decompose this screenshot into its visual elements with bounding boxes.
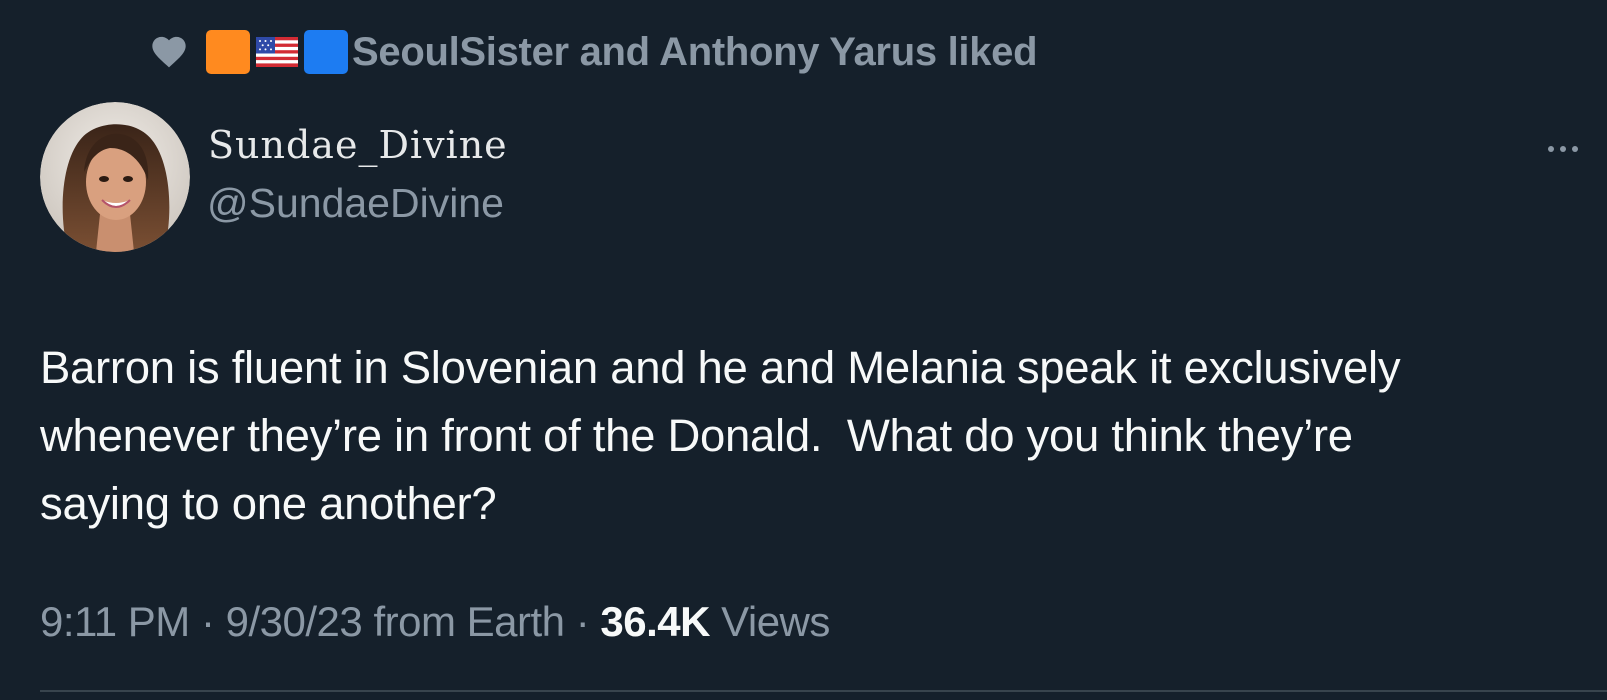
social-context[interactable]: SeoulSister and Anthony Yarus liked [148,28,1038,76]
avatar[interactable] [40,102,190,252]
more-options-icon[interactable] [1545,142,1581,156]
liked-by-text: SeoulSister and Anthony Yarus liked [352,29,1038,74]
divider [40,690,1607,692]
meta-separator: · [575,598,590,645]
tweet-time[interactable]: 9:11 PM [40,598,190,645]
orange-square-icon [206,30,250,74]
us-flag-icon [256,37,298,67]
views-count[interactable]: 36.4K [600,598,710,645]
tweet-text-line: Barron is fluent in Slovenian and he and… [40,342,1401,393]
tweet-text-line: whenever they’re in front of the Donald.… [40,410,1353,461]
tweet-source: from Earth [373,598,565,645]
user-handle[interactable]: @SundaeDivine [207,180,504,227]
tweet-text: Barron is fluent in Slovenian and he and… [40,334,1585,538]
tweet-date[interactable]: 9/30/23 [226,598,363,645]
tweet-meta: 9:11 PM · 9/30/23 from Earth · 36.4K Vie… [40,598,830,646]
blue-square-icon [304,30,348,74]
display-name[interactable]: Sundae_Divine [208,123,508,167]
tweet-text-line: saying to one another? [40,478,497,529]
meta-separator: · [200,598,215,645]
views-label: Views [721,598,830,645]
heart-icon [152,36,186,68]
